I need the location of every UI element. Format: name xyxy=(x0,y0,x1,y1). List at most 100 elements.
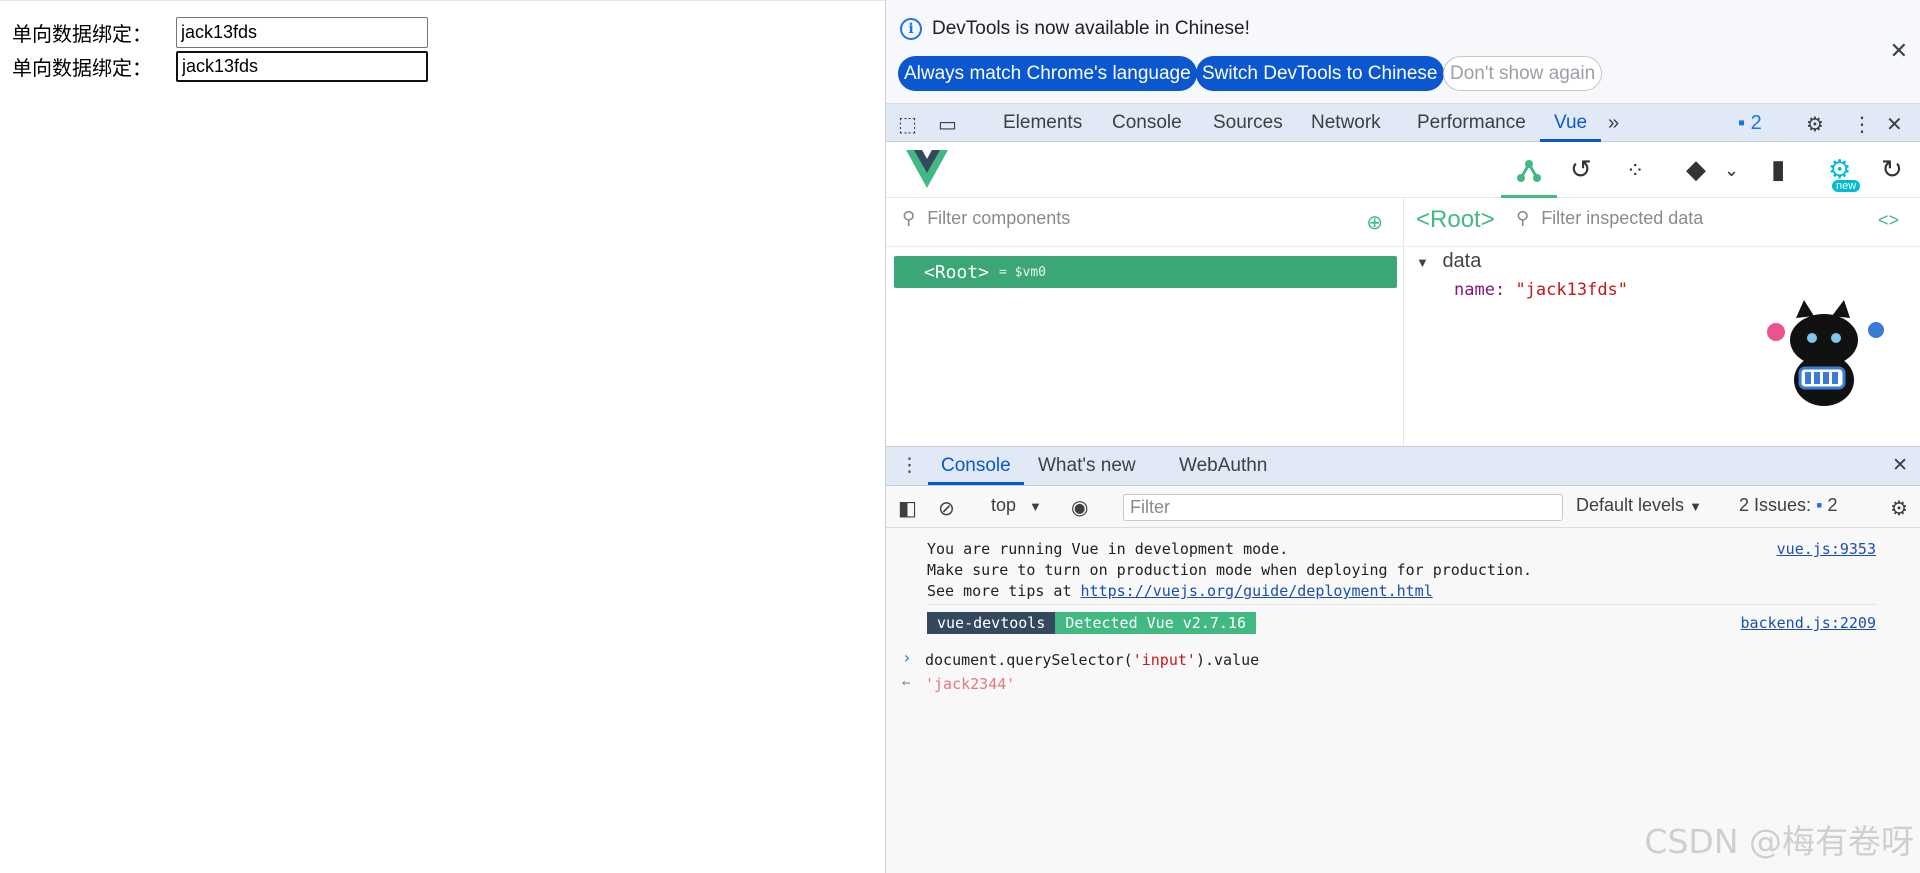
drawer-tabbar: ⋮ Console What's new WebAuthn ✕ xyxy=(886,446,1920,486)
binding-label: 单向数据绑定： xyxy=(12,56,152,80)
console-settings-icon[interactable]: ⚙ xyxy=(1890,496,1908,521)
log-text: See more tips at xyxy=(927,582,1081,600)
new-badge: new xyxy=(1832,180,1861,192)
data-section-label: data xyxy=(1442,250,1482,272)
search-icon: ⚲ xyxy=(1516,208,1530,228)
log-divider xyxy=(927,604,1876,605)
devtools-log: vue-devtools Detected Vue v2.7.16 xyxy=(927,612,1256,634)
console-toolbar: ◧ ⊘ top ▼ ◉ Filter Default levels ▼ 2 Is… xyxy=(886,486,1920,528)
close-devtools-icon[interactable]: ✕ xyxy=(1886,112,1903,137)
watermark: CSDN @梅有卷呀 xyxy=(1644,822,1914,861)
issues-count: 2 xyxy=(1827,495,1838,515)
info-icon: i xyxy=(900,18,922,40)
vue-logo-icon xyxy=(906,150,948,188)
caret-down-icon: ▼ xyxy=(1689,499,1702,514)
inspect-element-icon[interactable]: ⬚ xyxy=(898,112,917,137)
match-language-button[interactable]: Always match Chrome's language xyxy=(898,56,1197,91)
switch-chinese-button[interactable]: Switch DevTools to Chinese xyxy=(1196,56,1444,91)
drawer-tab-webauthn[interactable]: WebAuthn xyxy=(1179,447,1267,485)
language-infobar: i DevTools is now available in Chinese! … xyxy=(886,0,1920,104)
clear-console-icon[interactable]: ⊘ xyxy=(938,496,955,521)
caret-down-icon: ▼ xyxy=(1029,499,1042,514)
vue-version-badge: Detected Vue v2.7.16 xyxy=(1055,612,1256,634)
data-property: name: "jack13fds" xyxy=(1454,280,1629,300)
source-link[interactable]: vue.js:9353 xyxy=(1777,540,1876,558)
message-icon: ▪ xyxy=(1816,495,1823,515)
code-icon[interactable]: <> xyxy=(1878,210,1899,231)
divider xyxy=(1404,246,1920,247)
component-tree-root[interactable]: <Root> = $vm0 xyxy=(894,256,1397,288)
binding-label: 单向数据绑定： xyxy=(12,22,152,46)
source-link[interactable]: backend.js:2209 xyxy=(1741,614,1876,632)
infobar-text: DevTools is now available in Chinese! xyxy=(932,18,1250,39)
tab-vue[interactable]: Vue xyxy=(1540,104,1602,142)
sidebar-toggle-icon[interactable]: ◧ xyxy=(898,496,917,521)
live-expression-eye-icon[interactable]: ◉ xyxy=(1071,495,1088,520)
tab-sources[interactable]: Sources xyxy=(1213,104,1283,142)
search-icon: ⚲ xyxy=(902,208,916,228)
code-string: 'input' xyxy=(1132,651,1196,669)
devtools-panel: i DevTools is now available in Chinese! … xyxy=(885,0,1920,873)
components-tab[interactable] xyxy=(1501,142,1557,198)
data-section[interactable]: ▼ data xyxy=(1416,250,1481,273)
web-page: 单向数据绑定： 单向数据绑定： xyxy=(0,0,885,873)
refresh-icon[interactable]: ↻ xyxy=(1881,154,1903,185)
divider xyxy=(886,246,1403,247)
log-line: You are running Vue in development mode. xyxy=(927,540,1289,558)
tab-network[interactable]: Network xyxy=(1311,104,1381,142)
context-selector[interactable]: top ▼ xyxy=(991,495,1042,516)
filter-components[interactable]: ⚲ Filter components xyxy=(902,208,1070,229)
issues-label: 2 Issues: xyxy=(1739,495,1812,515)
console-input-line: document.querySelector('input').value xyxy=(925,651,1259,669)
data-value: "jack13fds" xyxy=(1515,280,1629,300)
components-pane: ⚲ Filter components ⊕ <Root> = $vm0 xyxy=(886,198,1404,446)
console-result: 'jack2344' xyxy=(925,675,1016,693)
log-levels-value: Default levels xyxy=(1576,495,1685,515)
name-input-1[interactable] xyxy=(176,17,428,48)
issues-count: 2 xyxy=(1750,112,1762,134)
filter-inspected-placeholder: Filter inspected data xyxy=(1541,208,1704,228)
deployment-link[interactable]: https://vuejs.org/guide/deployment.html xyxy=(1081,582,1433,600)
close-icon[interactable]: ✕ xyxy=(1890,38,1908,64)
device-toolbar-icon[interactable]: ▭ xyxy=(938,112,957,137)
filter-inspected-data[interactable]: ⚲ Filter inspected data xyxy=(1516,208,1703,229)
inspector-title: <Root> xyxy=(1416,206,1495,233)
name-input-2[interactable] xyxy=(176,51,428,82)
settings-icon[interactable]: ⚙ xyxy=(1806,112,1824,137)
data-key: name xyxy=(1454,280,1495,300)
routes-icon[interactable]: ◆ xyxy=(1686,154,1706,185)
tab-performance[interactable]: Performance xyxy=(1417,104,1526,142)
issues-link[interactable]: 2 Issues: ▪ 2 xyxy=(1739,495,1837,516)
tab-console[interactable]: Console xyxy=(1112,104,1182,142)
drawer-menu-icon[interactable]: ⋮ xyxy=(900,447,919,485)
result-arrow-icon: ← xyxy=(902,675,911,691)
chevron-down-icon[interactable]: ⌄ xyxy=(1724,160,1739,181)
binding-row-1: 单向数据绑定： xyxy=(12,17,428,48)
root-vm-ref: = $vm0 xyxy=(999,264,1046,280)
message-icon: ▪ xyxy=(1738,112,1746,134)
code-text: document.querySelector( xyxy=(925,651,1133,669)
tab-elements[interactable]: Elements xyxy=(1003,104,1082,142)
log-line: See more tips at https://vuejs.org/guide… xyxy=(927,582,1433,600)
stats-icon[interactable]: ▮ xyxy=(1771,154,1785,185)
inspector-pane: <Root> ⚲ Filter inspected data <> ▼ data… xyxy=(1404,198,1920,446)
timeline-icon[interactable]: ↺ xyxy=(1570,154,1592,185)
performance-icon[interactable]: ⁘ xyxy=(1626,158,1644,184)
issues-counter[interactable]: ▪ 2 xyxy=(1738,112,1762,135)
components-icon xyxy=(1517,160,1541,182)
drawer-tab-whats-new[interactable]: What's new xyxy=(1038,447,1136,485)
drawer-tab-console[interactable]: Console xyxy=(928,447,1024,485)
infobar-message: i DevTools is now available in Chinese! xyxy=(900,18,1250,40)
close-drawer-icon[interactable]: ✕ xyxy=(1892,447,1908,485)
target-icon[interactable]: ⊕ xyxy=(1366,210,1383,235)
root-component-label: <Root> xyxy=(924,261,990,283)
log-levels-dropdown[interactable]: Default levels ▼ xyxy=(1576,495,1702,516)
filter-components-placeholder: Filter components xyxy=(927,208,1071,228)
dont-show-again-button[interactable]: Don't show again xyxy=(1443,56,1603,91)
console-filter-input[interactable]: Filter xyxy=(1123,494,1563,521)
binding-row-2: 单向数据绑定： xyxy=(12,51,428,82)
more-tabs-icon[interactable]: » xyxy=(1608,112,1619,135)
caret-down-icon: ▼ xyxy=(1416,255,1429,270)
cat-widget-icon xyxy=(1767,300,1884,406)
kebab-menu-icon[interactable]: ⋮ xyxy=(1852,112,1872,137)
